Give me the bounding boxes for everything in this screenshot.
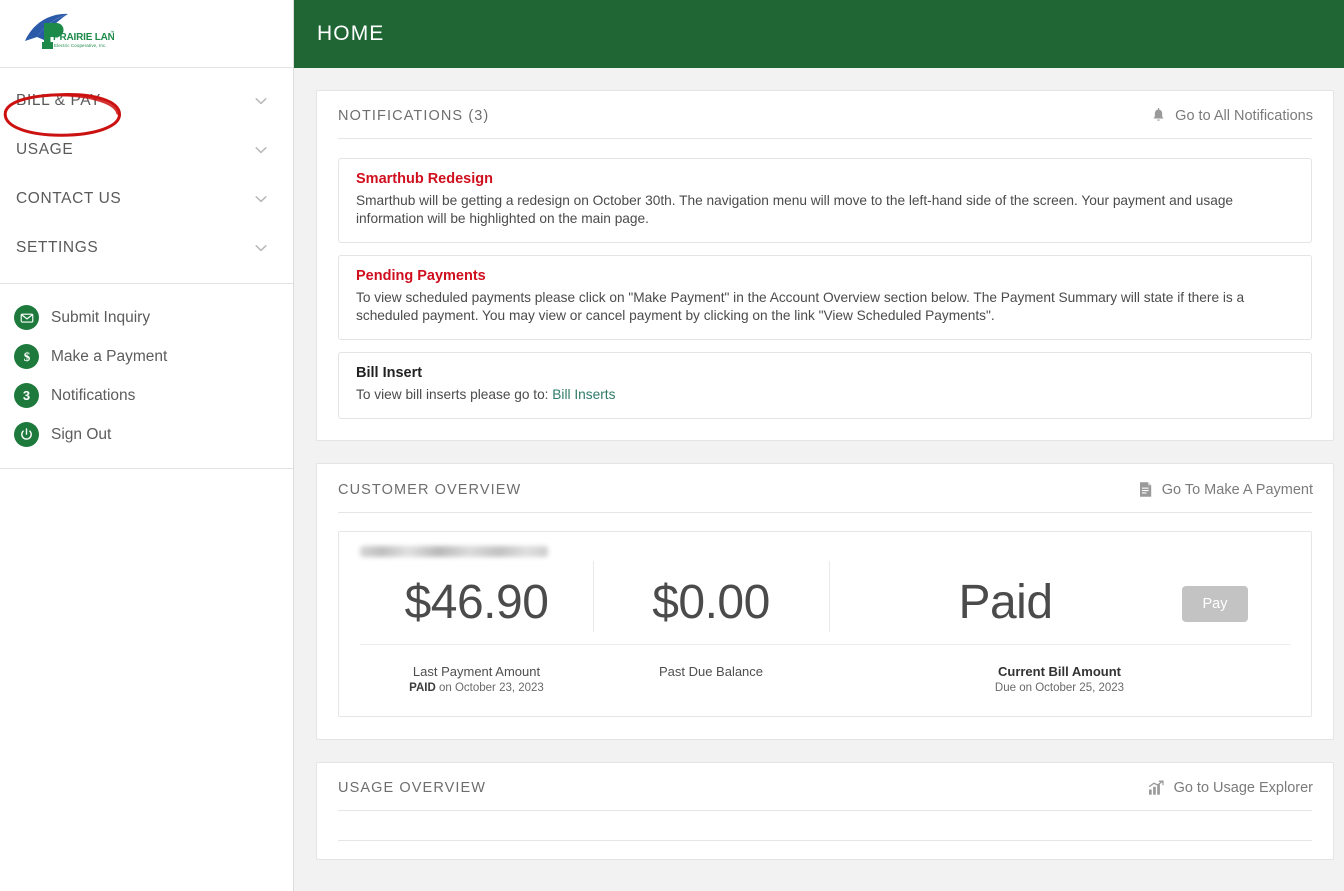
app-root: PRAIRIE LAND . ™ Electric Cooperative, I…: [0, 0, 1344, 891]
page-header: HOME: [294, 0, 1344, 68]
summary-col-past-due: $0.00: [593, 561, 829, 632]
quick-link-sign-out[interactable]: Sign Out: [0, 415, 293, 454]
power-icon: [14, 422, 39, 447]
page-title: HOME: [317, 22, 385, 45]
summary-values-row: $46.90 $0.00 Paid Pay: [339, 561, 1311, 632]
account-summary-panel: $46.90 $0.00 Paid Pay Last Payment Amoun…: [338, 531, 1312, 718]
go-to-make-a-payment-link[interactable]: Go To Make A Payment: [1138, 481, 1313, 498]
content-scroll-area[interactable]: NOTIFICATIONS (3) Go to All Notification…: [294, 68, 1344, 891]
summary-col-current-bill: Paid Pay: [829, 561, 1290, 632]
nav-item-usage[interactable]: USAGE: [0, 125, 293, 174]
notification-body: To view bill inserts please go to: Bill …: [356, 386, 1295, 404]
bar-chart-up-icon: [1148, 780, 1164, 795]
customer-overview-title: CUSTOMER OVERVIEW: [338, 481, 522, 498]
notification-title: Bill Insert: [356, 365, 423, 382]
notification-count-badge: 3: [14, 383, 39, 408]
notification-body: Smarthub will be getting a redesign on O…: [356, 193, 1234, 227]
go-to-all-notifications-label: Go to All Notifications: [1175, 108, 1313, 124]
go-to-usage-explorer-label: Go to Usage Explorer: [1173, 780, 1313, 797]
svg-text:PRAIRIE LAND: PRAIRIE LAND: [53, 32, 114, 43]
label-past-due: Past Due Balance: [593, 645, 829, 694]
invoice-icon: [1139, 482, 1151, 498]
chevron-down-icon: [255, 244, 267, 251]
svg-text:™: ™: [110, 30, 114, 35]
quick-link-label: Notifications: [51, 386, 136, 404]
usage-overview-header: USAGE OVERVIEW Go to Usage Explorer: [317, 763, 1333, 810]
nav-item-bill-and-pay[interactable]: BILL & PAY: [0, 76, 293, 125]
summary-col-last-payment: $46.90: [360, 561, 593, 632]
usage-overview-title: USAGE OVERVIEW: [338, 780, 487, 797]
bill-inserts-link[interactable]: Bill Inserts: [552, 387, 615, 402]
dollar-icon: $: [14, 344, 39, 369]
current-bill-amount-value: Paid: [958, 576, 1053, 630]
nav-item-label: BILL & PAY: [16, 91, 101, 109]
go-to-usage-explorer-link[interactable]: Go to Usage Explorer: [1148, 780, 1313, 796]
past-due-balance-value: $0.00: [652, 576, 770, 630]
chevron-down-icon: [255, 146, 267, 153]
nav-item-label: CONTACT US: [16, 189, 122, 207]
chevron-down-icon: [255, 97, 267, 104]
notification-item[interactable]: Smarthub Redesign Smarthub will be getti…: [338, 158, 1312, 244]
envelope-icon: [14, 305, 39, 330]
label-current-bill: Current Bill Amount Due on October 25, 2…: [829, 645, 1290, 694]
notifications-card: NOTIFICATIONS (3) Go to All Notification…: [316, 90, 1334, 442]
paid-badge: PAID: [409, 682, 436, 695]
notification-title: Smarthub Redesign: [356, 171, 493, 187]
quick-link-label: Make a Payment: [51, 347, 168, 365]
chevron-down-icon: [255, 195, 267, 202]
svg-text:$: $: [23, 349, 30, 364]
nav-item-settings[interactable]: SETTINGS: [0, 223, 293, 272]
nav-item-label: USAGE: [16, 140, 74, 158]
current-bill-amount-label: Current Bill Amount: [997, 664, 1121, 680]
account-name-redacted: [360, 546, 548, 558]
customer-overview-body: $46.90 $0.00 Paid Pay Last Payment Amoun…: [317, 513, 1333, 739]
quick-link-submit-inquiry[interactable]: Submit Inquiry: [0, 298, 293, 337]
notifications-card-header: NOTIFICATIONS (3) Go to All Notification…: [317, 91, 1333, 138]
nav-item-contact-us[interactable]: CONTACT US: [0, 174, 293, 223]
last-payment-date: PAID on October 23, 2023: [360, 682, 593, 694]
sidebar-bottom-divider: [0, 468, 293, 469]
current-bill-due-date: Due on October 25, 2023: [994, 682, 1125, 695]
notification-item[interactable]: Bill Insert To view bill inserts please …: [338, 352, 1312, 420]
last-payment-amount-label: Last Payment Amount: [412, 664, 541, 680]
label-last-payment: Last Payment Amount PAID on October 23, …: [360, 645, 593, 694]
quick-link-notifications[interactable]: 3 Notifications: [0, 376, 293, 415]
bell-icon: [1153, 108, 1164, 121]
customer-overview-header: CUSTOMER OVERVIEW Go To Make A Payment: [317, 464, 1333, 512]
notification-body: To view scheduled payments please click …: [356, 290, 1245, 324]
primary-nav: BILL & PAY USAGE CONTACT US SETTINGS: [0, 68, 293, 272]
nav-item-label: SETTINGS: [16, 238, 99, 256]
prairie-land-logo: PRAIRIE LAND . ™ Electric Cooperative, I…: [25, 13, 114, 49]
notification-title: Pending Payments: [356, 268, 486, 285]
notifications-list: Smarthub Redesign Smarthub will be getti…: [317, 139, 1333, 440]
go-to-make-a-payment-label: Go To Make A Payment: [1161, 481, 1313, 498]
sidebar: PRAIRIE LAND . ™ Electric Cooperative, I…: [0, 0, 294, 891]
customer-overview-card: CUSTOMER OVERVIEW Go To Make A Payment $…: [316, 463, 1334, 741]
svg-text:Electric Cooperative, Inc.: Electric Cooperative, Inc.: [54, 43, 107, 48]
usage-overview-card: USAGE OVERVIEW Go to Usage Explorer: [316, 762, 1334, 861]
summary-labels-row: Last Payment Amount PAID on October 23, …: [339, 645, 1311, 716]
go-to-all-notifications-link[interactable]: Go to All Notifications: [1151, 108, 1313, 124]
quick-link-label: Sign Out: [51, 425, 112, 443]
notification-item[interactable]: Pending Payments To view scheduled payme…: [338, 255, 1312, 341]
brand-logo-block[interactable]: PRAIRIE LAND . ™ Electric Cooperative, I…: [0, 0, 293, 68]
notifications-card-title: NOTIFICATIONS (3): [338, 108, 490, 124]
quick-link-label: Submit Inquiry: [51, 308, 151, 326]
pay-button[interactable]: Pay: [1182, 586, 1248, 623]
quick-links: Submit Inquiry $ Make a Payment 3 Notifi…: [0, 284, 293, 454]
notification-body-text: To view bill inserts please go to:: [356, 387, 553, 403]
notification-count: 3: [22, 388, 31, 403]
past-due-balance-label: Past Due Balance: [658, 664, 764, 680]
last-payment-amount-value: $46.90: [404, 576, 549, 630]
quick-link-make-a-payment[interactable]: $ Make a Payment: [0, 337, 293, 376]
main-content: HOME NOTIFICATIONS (3) Go to All Notific…: [294, 0, 1344, 891]
paid-date-text: on October 23, 2023: [435, 682, 544, 695]
divider: [338, 810, 1312, 812]
usage-overview-body: [317, 841, 1333, 859]
